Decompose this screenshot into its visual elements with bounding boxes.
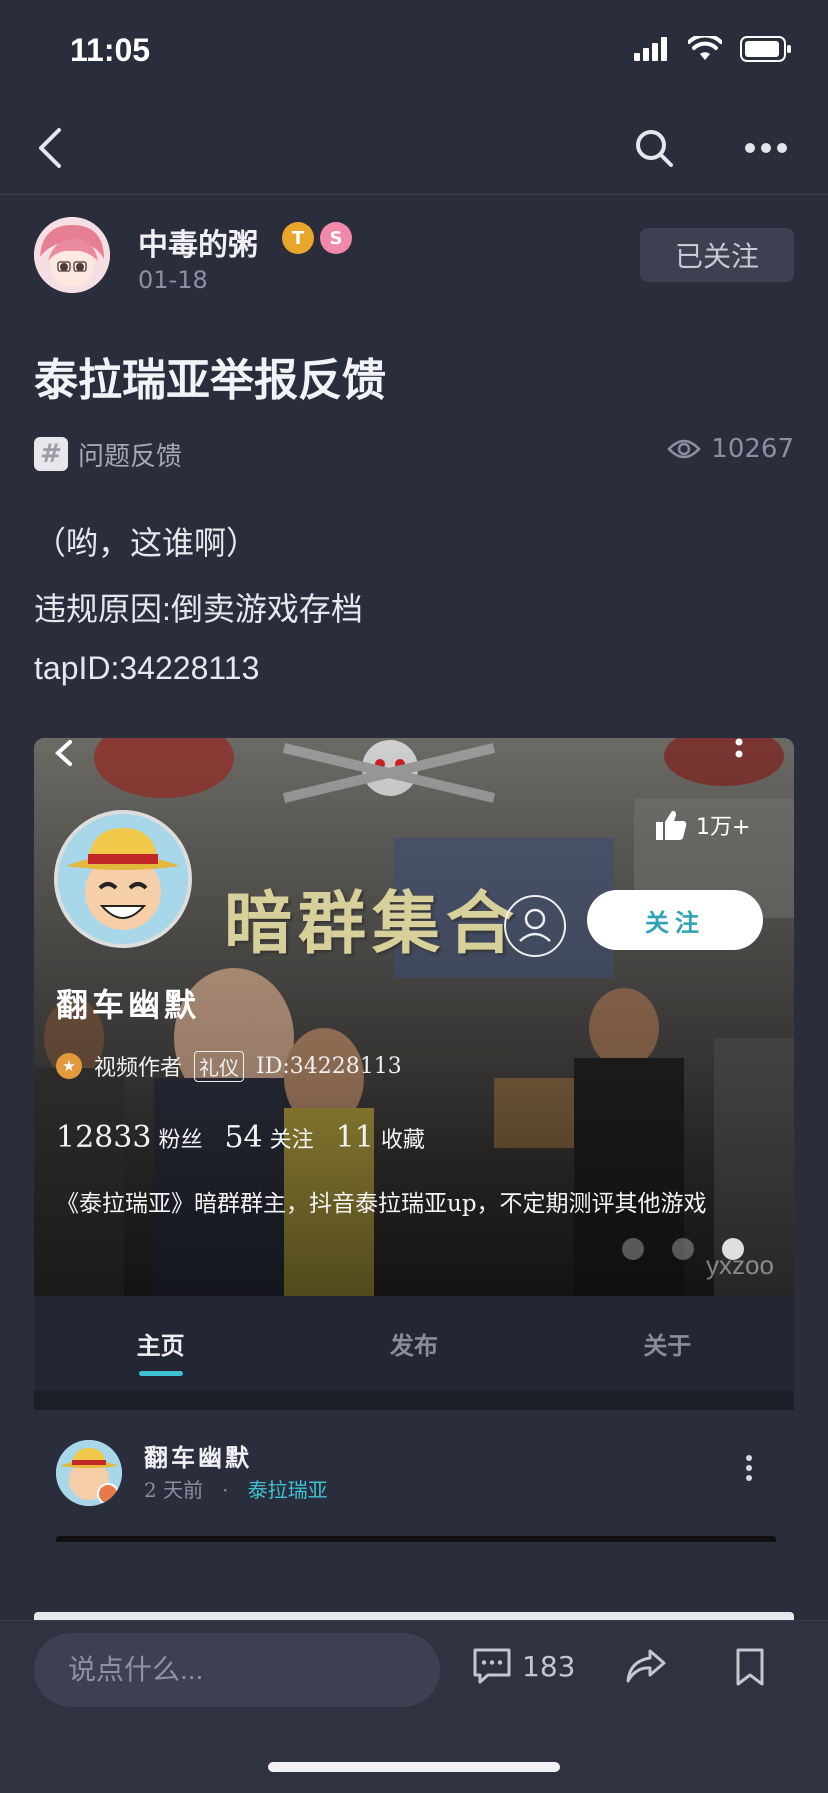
back-button[interactable] bbox=[22, 120, 78, 176]
carousel-dot bbox=[622, 1238, 644, 1260]
embedded-screenshot[interactable]: 暗群集合 1万+ 关注 翻车幽默 ★ 视频作者 礼仪 ID:34228113 1… bbox=[34, 738, 794, 1542]
feed-author-name: 翻车幽默 bbox=[144, 1443, 252, 1472]
eye-icon bbox=[667, 439, 701, 459]
fans-count: 12833 bbox=[56, 1120, 152, 1155]
chevron-left-icon bbox=[39, 128, 61, 168]
following-label: 关注 bbox=[269, 1128, 314, 1153]
post-body-line: 违规原因:倒卖游戏存档 bbox=[34, 591, 363, 627]
carousel-dot bbox=[672, 1238, 694, 1260]
straw-hat-avatar-image bbox=[56, 1440, 122, 1506]
author-badge-t: T bbox=[282, 222, 314, 254]
following-count: 54 bbox=[224, 1120, 263, 1155]
status-bar: 11:05 bbox=[0, 0, 828, 100]
more-button[interactable] bbox=[738, 120, 794, 176]
feed-media-edge bbox=[56, 1536, 776, 1542]
collect-count: 11 bbox=[335, 1120, 374, 1155]
up-meta: ★ 视频作者 礼仪 ID:34228113 bbox=[56, 1050, 402, 1082]
nav-bar bbox=[0, 100, 828, 195]
comment-input[interactable] bbox=[34, 1633, 440, 1707]
post-body-line: （哟，这谁啊） bbox=[34, 525, 259, 561]
comment-count: 183 bbox=[522, 1649, 576, 1683]
like-count[interactable]: 1万+ bbox=[654, 808, 750, 842]
post-tag[interactable]: # 问题反馈 bbox=[34, 434, 182, 474]
view-count: 10267 bbox=[667, 434, 794, 464]
up-role-tag: 礼仪 bbox=[194, 1050, 245, 1082]
banner-title: 暗群集合 bbox=[224, 884, 521, 964]
star-badge-icon: ★ bbox=[56, 1053, 82, 1079]
bookmark-icon bbox=[736, 1648, 764, 1686]
view-count-value: 10267 bbox=[711, 434, 794, 464]
watermark: yxzoo bbox=[706, 1250, 774, 1280]
feed-meta: 2 天前 · 泰拉瑞亚 bbox=[144, 1474, 328, 1503]
post-tag-label: 问题反馈 bbox=[78, 441, 183, 472]
signal-icon bbox=[634, 37, 667, 61]
feed-avatar bbox=[56, 1440, 122, 1506]
embedded-tabs: 主页 发布 关于 bbox=[34, 1296, 794, 1390]
next-image-edge bbox=[34, 1612, 794, 1620]
feed-time: 2 天前 bbox=[144, 1478, 204, 1502]
up-avatar bbox=[54, 810, 192, 948]
embedded-back-icon bbox=[55, 740, 72, 766]
feed-more-icon bbox=[746, 1455, 752, 1481]
status-icons bbox=[634, 36, 792, 62]
wifi-icon bbox=[688, 36, 722, 60]
search-button[interactable] bbox=[626, 120, 682, 176]
up-role: 视频作者 bbox=[94, 1056, 183, 1081]
author-avatar[interactable] bbox=[34, 217, 110, 293]
bookmark-button[interactable] bbox=[734, 1647, 766, 1687]
comment-button[interactable]: 183 bbox=[472, 1647, 575, 1685]
share-button[interactable] bbox=[624, 1647, 668, 1685]
home-indicator[interactable] bbox=[268, 1762, 560, 1772]
group-chat-icon[interactable] bbox=[504, 895, 566, 957]
up-name: 翻车幽默 bbox=[56, 986, 201, 1024]
feed-topic: 泰拉瑞亚 bbox=[247, 1478, 328, 1502]
post-title: 泰拉瑞亚举报反馈 bbox=[34, 356, 386, 405]
embedded-more-icon bbox=[735, 738, 743, 758]
profile-banner: 暗群集合 1万+ 关注 翻车幽默 ★ 视频作者 礼仪 ID:34228113 1… bbox=[34, 738, 794, 1296]
like-count-value: 1万+ bbox=[696, 815, 751, 840]
tab-publish: 发布 bbox=[389, 1330, 438, 1360]
author-name[interactable]: 中毒的粥 bbox=[138, 220, 258, 264]
comment-icon bbox=[473, 1648, 511, 1684]
tab-home: 主页 bbox=[34, 1296, 287, 1390]
hashtag-icon: # bbox=[34, 437, 68, 471]
feed-separator: · bbox=[222, 1478, 229, 1502]
collect-label: 收藏 bbox=[380, 1128, 425, 1153]
straw-hat-avatar-image bbox=[58, 814, 188, 944]
author-badge-s: S bbox=[320, 222, 352, 254]
up-stats: 12833 粉丝 54 关注 11 收藏 bbox=[56, 1120, 425, 1155]
search-icon bbox=[636, 130, 673, 167]
post-date: 01-18 bbox=[138, 266, 208, 294]
more-horizontal-icon bbox=[745, 143, 787, 153]
up-bio: 《泰拉瑞亚》暗群群主，抖音泰拉瑞亚up，不定期测评其他游戏 bbox=[56, 1191, 707, 1217]
post-body-line: tapID:34228113 bbox=[34, 650, 260, 686]
up-id: ID:34228113 bbox=[256, 1053, 402, 1079]
following-button[interactable]: 已关注 bbox=[640, 228, 794, 282]
thumbs-up-icon bbox=[656, 810, 687, 840]
anime-avatar-image bbox=[34, 217, 110, 293]
feed-item: 翻车幽默 2 天前 · 泰拉瑞亚 bbox=[34, 1410, 794, 1542]
fans-label: 粉丝 bbox=[158, 1128, 203, 1153]
divider bbox=[34, 1390, 794, 1410]
embedded-follow-button[interactable]: 关注 bbox=[587, 890, 763, 950]
tab-about: 关于 bbox=[643, 1330, 692, 1360]
status-time: 11:05 bbox=[70, 32, 151, 68]
battery-icon bbox=[740, 36, 791, 62]
share-icon bbox=[626, 1649, 666, 1683]
